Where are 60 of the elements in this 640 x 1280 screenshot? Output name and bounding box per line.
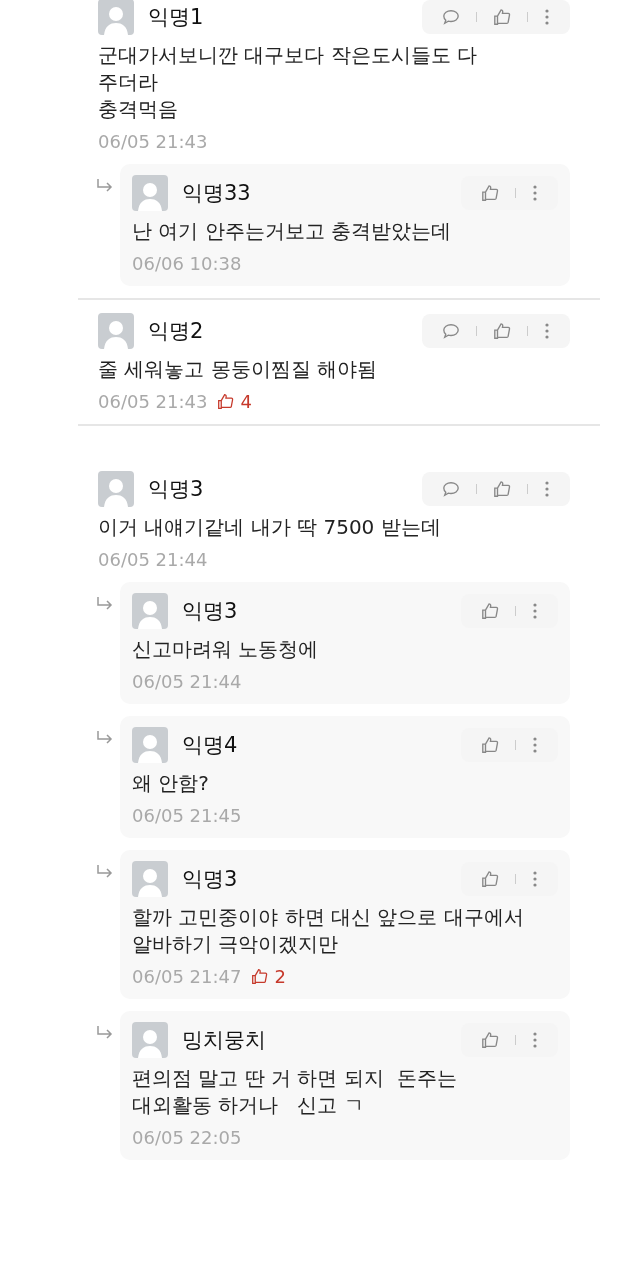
comment-time: 06/06 10:38 (132, 253, 242, 274)
more-icon[interactable] (532, 184, 538, 202)
like-icon (493, 8, 511, 26)
comment-text: 난 여기 안주는거보고 충격받았는데 (132, 218, 453, 245)
reply-arrow-icon (96, 864, 114, 878)
comment-time: 06/05 21:44 (132, 671, 242, 692)
like-icon (481, 1031, 499, 1049)
avatar-icon (132, 1022, 168, 1058)
comment-text: 편의점 말고 딴 거 하면 되지 돈주는 대외활동 하거나 신고 ㄱ (132, 1065, 458, 1119)
like-count-icon (251, 968, 269, 985)
like-count: 4 (240, 391, 252, 412)
avatar-icon (98, 313, 134, 349)
like-icon (493, 322, 511, 340)
reply-arrow-icon (96, 1025, 114, 1039)
more-icon[interactable] (532, 736, 538, 754)
avatar-icon (98, 471, 134, 507)
comment-text: 이거 내얘기같네 내가 딱 7500 받는데 (98, 514, 442, 541)
like-count-icon (217, 393, 235, 410)
avatar-icon (132, 593, 168, 629)
more-icon[interactable] (532, 870, 538, 888)
comment-icon[interactable] (442, 480, 460, 498)
comment-text: 왜 안함? (132, 770, 210, 797)
reply-arrow-icon (96, 178, 114, 192)
like-icon (481, 184, 499, 202)
comment-time: 06/05 21:43 (98, 391, 208, 412)
like-icon (481, 736, 499, 754)
avatar-icon (132, 861, 168, 897)
comment-time: 06/05 21:47 (132, 966, 242, 987)
author-name: 익명3 (182, 598, 239, 625)
like-icon (481, 870, 499, 888)
comment-time: 06/05 21:45 (132, 805, 242, 826)
avatar-icon (132, 175, 168, 211)
author-name: 익명3 (182, 866, 239, 893)
comment-icon[interactable] (442, 8, 460, 26)
like-count: 2 (274, 966, 286, 987)
more-icon[interactable] (544, 480, 550, 498)
like-icon (481, 602, 499, 620)
comment-text: 줄 세워놓고 몽둥이찜질 해야됨 (98, 356, 379, 383)
comment-text: 군대가서보니깐 대구보다 작은도시들도 다 주더라 충격먹음 (98, 42, 479, 123)
more-icon[interactable] (532, 1031, 538, 1049)
author-name: 익명3 (148, 476, 205, 503)
more-icon[interactable] (532, 602, 538, 620)
avatar-icon (132, 727, 168, 763)
comment-time: 06/05 21:44 (98, 549, 208, 570)
more-icon[interactable] (544, 322, 550, 340)
author-name: 익명1 (148, 4, 205, 31)
author-name: 밍치뭉치 (182, 1027, 267, 1054)
author-name: 익명2 (148, 318, 205, 345)
more-icon[interactable] (544, 8, 550, 26)
reply-arrow-icon (96, 596, 114, 610)
like-icon (493, 480, 511, 498)
reply-arrow-icon (96, 730, 114, 744)
comment-time: 06/05 22:05 (132, 1127, 242, 1148)
comment-text: 할까 고민중이야 하면 대신 앞으로 대구에서 알바하기 극악이겠지만 (132, 904, 525, 958)
comment-text: 신고마려워 노동청에 (132, 636, 320, 663)
comment-icon[interactable] (442, 322, 460, 340)
avatar-icon (98, 0, 134, 35)
author-name: 익명4 (182, 732, 239, 759)
comment-time: 06/05 21:43 (98, 131, 208, 152)
author-name: 익명33 (182, 180, 252, 207)
